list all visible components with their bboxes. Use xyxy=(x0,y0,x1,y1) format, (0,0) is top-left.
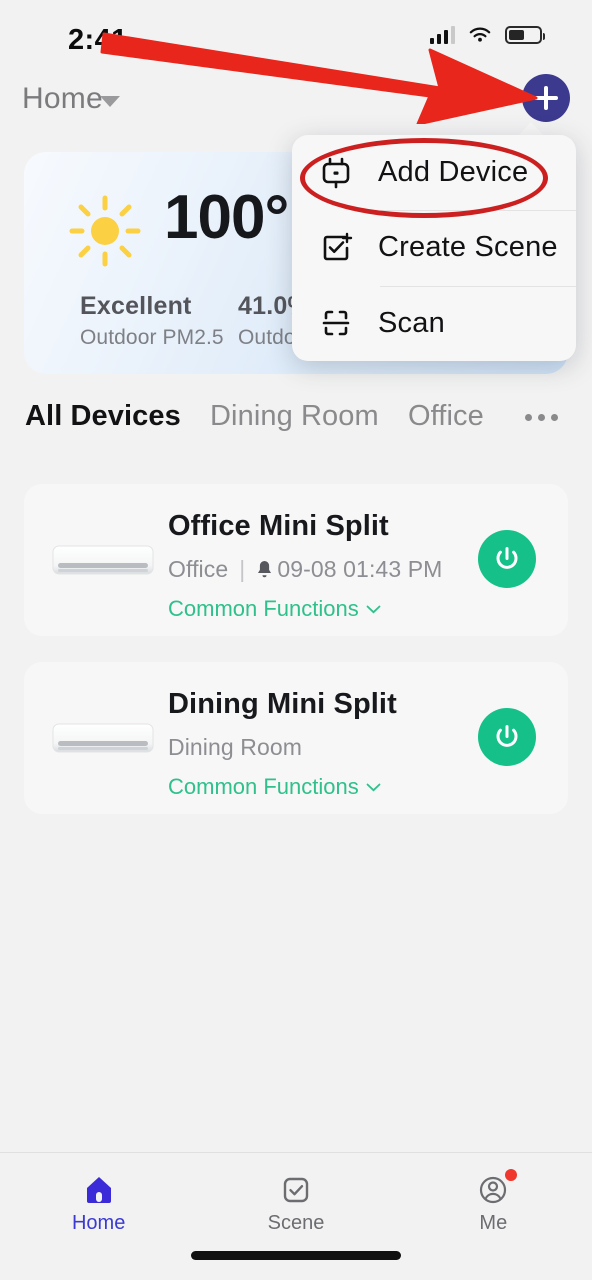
house-icon xyxy=(86,1176,111,1203)
menu-item-add-device[interactable]: Add Device xyxy=(292,135,576,210)
tab-all-devices[interactable]: All Devices xyxy=(25,400,181,433)
app-header: Home xyxy=(0,74,592,138)
device-plug-icon xyxy=(322,157,350,188)
menu-item-label: Create Scene xyxy=(378,231,558,264)
device-meta: Dining Room xyxy=(168,734,302,761)
power-icon xyxy=(496,725,518,747)
power-toggle-button[interactable] xyxy=(478,530,536,588)
nav-label: Me xyxy=(479,1211,508,1234)
checkbox-plus-icon xyxy=(323,232,353,261)
add-button[interactable] xyxy=(522,74,570,122)
device-room: Dining Room xyxy=(168,734,303,760)
room-tabs: All Devices Dining Room Office xyxy=(0,400,592,456)
device-card[interactable]: Office Mini Split Office | 09-08 01:43 P… xyxy=(24,484,568,636)
add-menu-popup: Add Device Create Scene Scan xyxy=(292,135,576,361)
wifi-icon xyxy=(469,27,491,42)
battery-icon xyxy=(505,26,545,44)
meta-separator: | xyxy=(239,556,246,582)
power-icon xyxy=(496,547,518,569)
metric-value: Excellent xyxy=(80,292,192,320)
nav-item-scene[interactable]: Scene xyxy=(197,1163,394,1243)
tab-office[interactable]: Office xyxy=(408,400,484,433)
nav-items: Home Scene Me xyxy=(0,1163,592,1243)
power-toggle-button[interactable] xyxy=(478,708,536,766)
home-indicator xyxy=(191,1251,401,1260)
status-bar: 2:41 xyxy=(0,0,592,72)
metric-label: Outdoor PM2.5 xyxy=(80,326,224,349)
common-functions-label: Common Functions xyxy=(168,774,359,799)
menu-item-label: Scan xyxy=(378,306,445,339)
menu-item-create-scene[interactable]: Create Scene xyxy=(292,210,576,285)
status-icons xyxy=(429,26,545,44)
nav-item-me[interactable]: Me xyxy=(395,1163,592,1243)
nav-label: Home xyxy=(71,1211,126,1234)
chevron-down-icon xyxy=(366,605,381,613)
more-horizontal-icon[interactable] xyxy=(525,414,558,421)
nav-item-home[interactable]: Home xyxy=(0,1163,197,1243)
menu-item-label: Add Device xyxy=(378,156,529,189)
tab-dining-room[interactable]: Dining Room xyxy=(210,400,379,433)
mini-split-ac-icon xyxy=(52,723,154,753)
home-selector-label[interactable]: Home xyxy=(22,82,103,116)
status-time: 2:41 xyxy=(68,24,128,56)
notification-badge xyxy=(505,1169,518,1181)
device-card[interactable]: Dining Mini Split Dining Room Common Fun… xyxy=(24,662,568,814)
common-functions-label: Common Functions xyxy=(168,596,359,621)
cellular-signal-icon xyxy=(429,26,455,44)
common-functions-toggle[interactable]: Common Functions xyxy=(168,774,381,800)
mini-split-ac-icon xyxy=(52,545,154,575)
chevron-down-icon[interactable] xyxy=(100,96,120,107)
nav-label: Scene xyxy=(267,1211,325,1234)
device-timestamp: 09-08 01:43 PM xyxy=(277,556,443,582)
device-room: Office xyxy=(168,556,229,582)
device-name: Dining Mini Split xyxy=(168,688,397,720)
sun-icon xyxy=(69,195,141,267)
device-name: Office Mini Split xyxy=(168,510,389,542)
bottom-navigation-bar: Home Scene Me xyxy=(0,1152,592,1280)
checkbox-icon xyxy=(283,1177,309,1202)
scan-frame-icon xyxy=(322,310,350,336)
bell-icon xyxy=(258,561,272,578)
metric-pm25: Excellent Outdoor PM2.5 xyxy=(80,292,224,350)
device-meta: Office | 09-08 01:43 PM xyxy=(168,556,442,583)
phone-screen: 2:41 Home 100°F Excellent Outdoor PM2.5 … xyxy=(0,0,592,1280)
chevron-down-icon xyxy=(366,783,381,791)
common-functions-toggle[interactable]: Common Functions xyxy=(168,596,381,622)
menu-item-scan[interactable]: Scan xyxy=(292,285,576,361)
